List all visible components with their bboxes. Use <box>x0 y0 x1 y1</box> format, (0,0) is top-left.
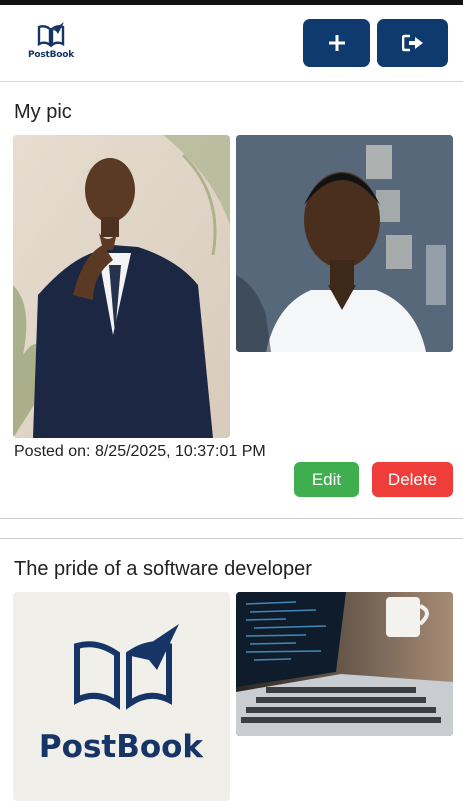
plus-icon <box>328 35 345 51</box>
post-image[interactable] <box>13 135 230 438</box>
add-post-button[interactable] <box>303 19 370 67</box>
posted-on-text: Posted on: 8/25/2025, 10:37:01 PM <box>14 443 266 460</box>
logout-icon <box>401 34 423 52</box>
postbook-logo[interactable]: PostBook <box>26 21 76 65</box>
post-title: My pic <box>14 101 72 123</box>
post-image[interactable] <box>236 592 453 736</box>
logout-button[interactable] <box>377 19 448 67</box>
app-header: PostBook <box>0 5 463 82</box>
edit-button[interactable]: Edit <box>294 462 359 497</box>
post-image[interactable]: PostBook <box>13 592 230 801</box>
book-logo-icon <box>37 22 65 48</box>
post-image[interactable] <box>236 135 453 352</box>
logo-text: PostBook <box>27 50 75 60</box>
logo-image-text: PostBook <box>39 729 205 765</box>
post-divider <box>0 518 463 519</box>
post-divider <box>0 538 463 539</box>
delete-button[interactable]: Delete <box>372 462 453 497</box>
post-title: The pride of a software developer <box>14 558 312 580</box>
